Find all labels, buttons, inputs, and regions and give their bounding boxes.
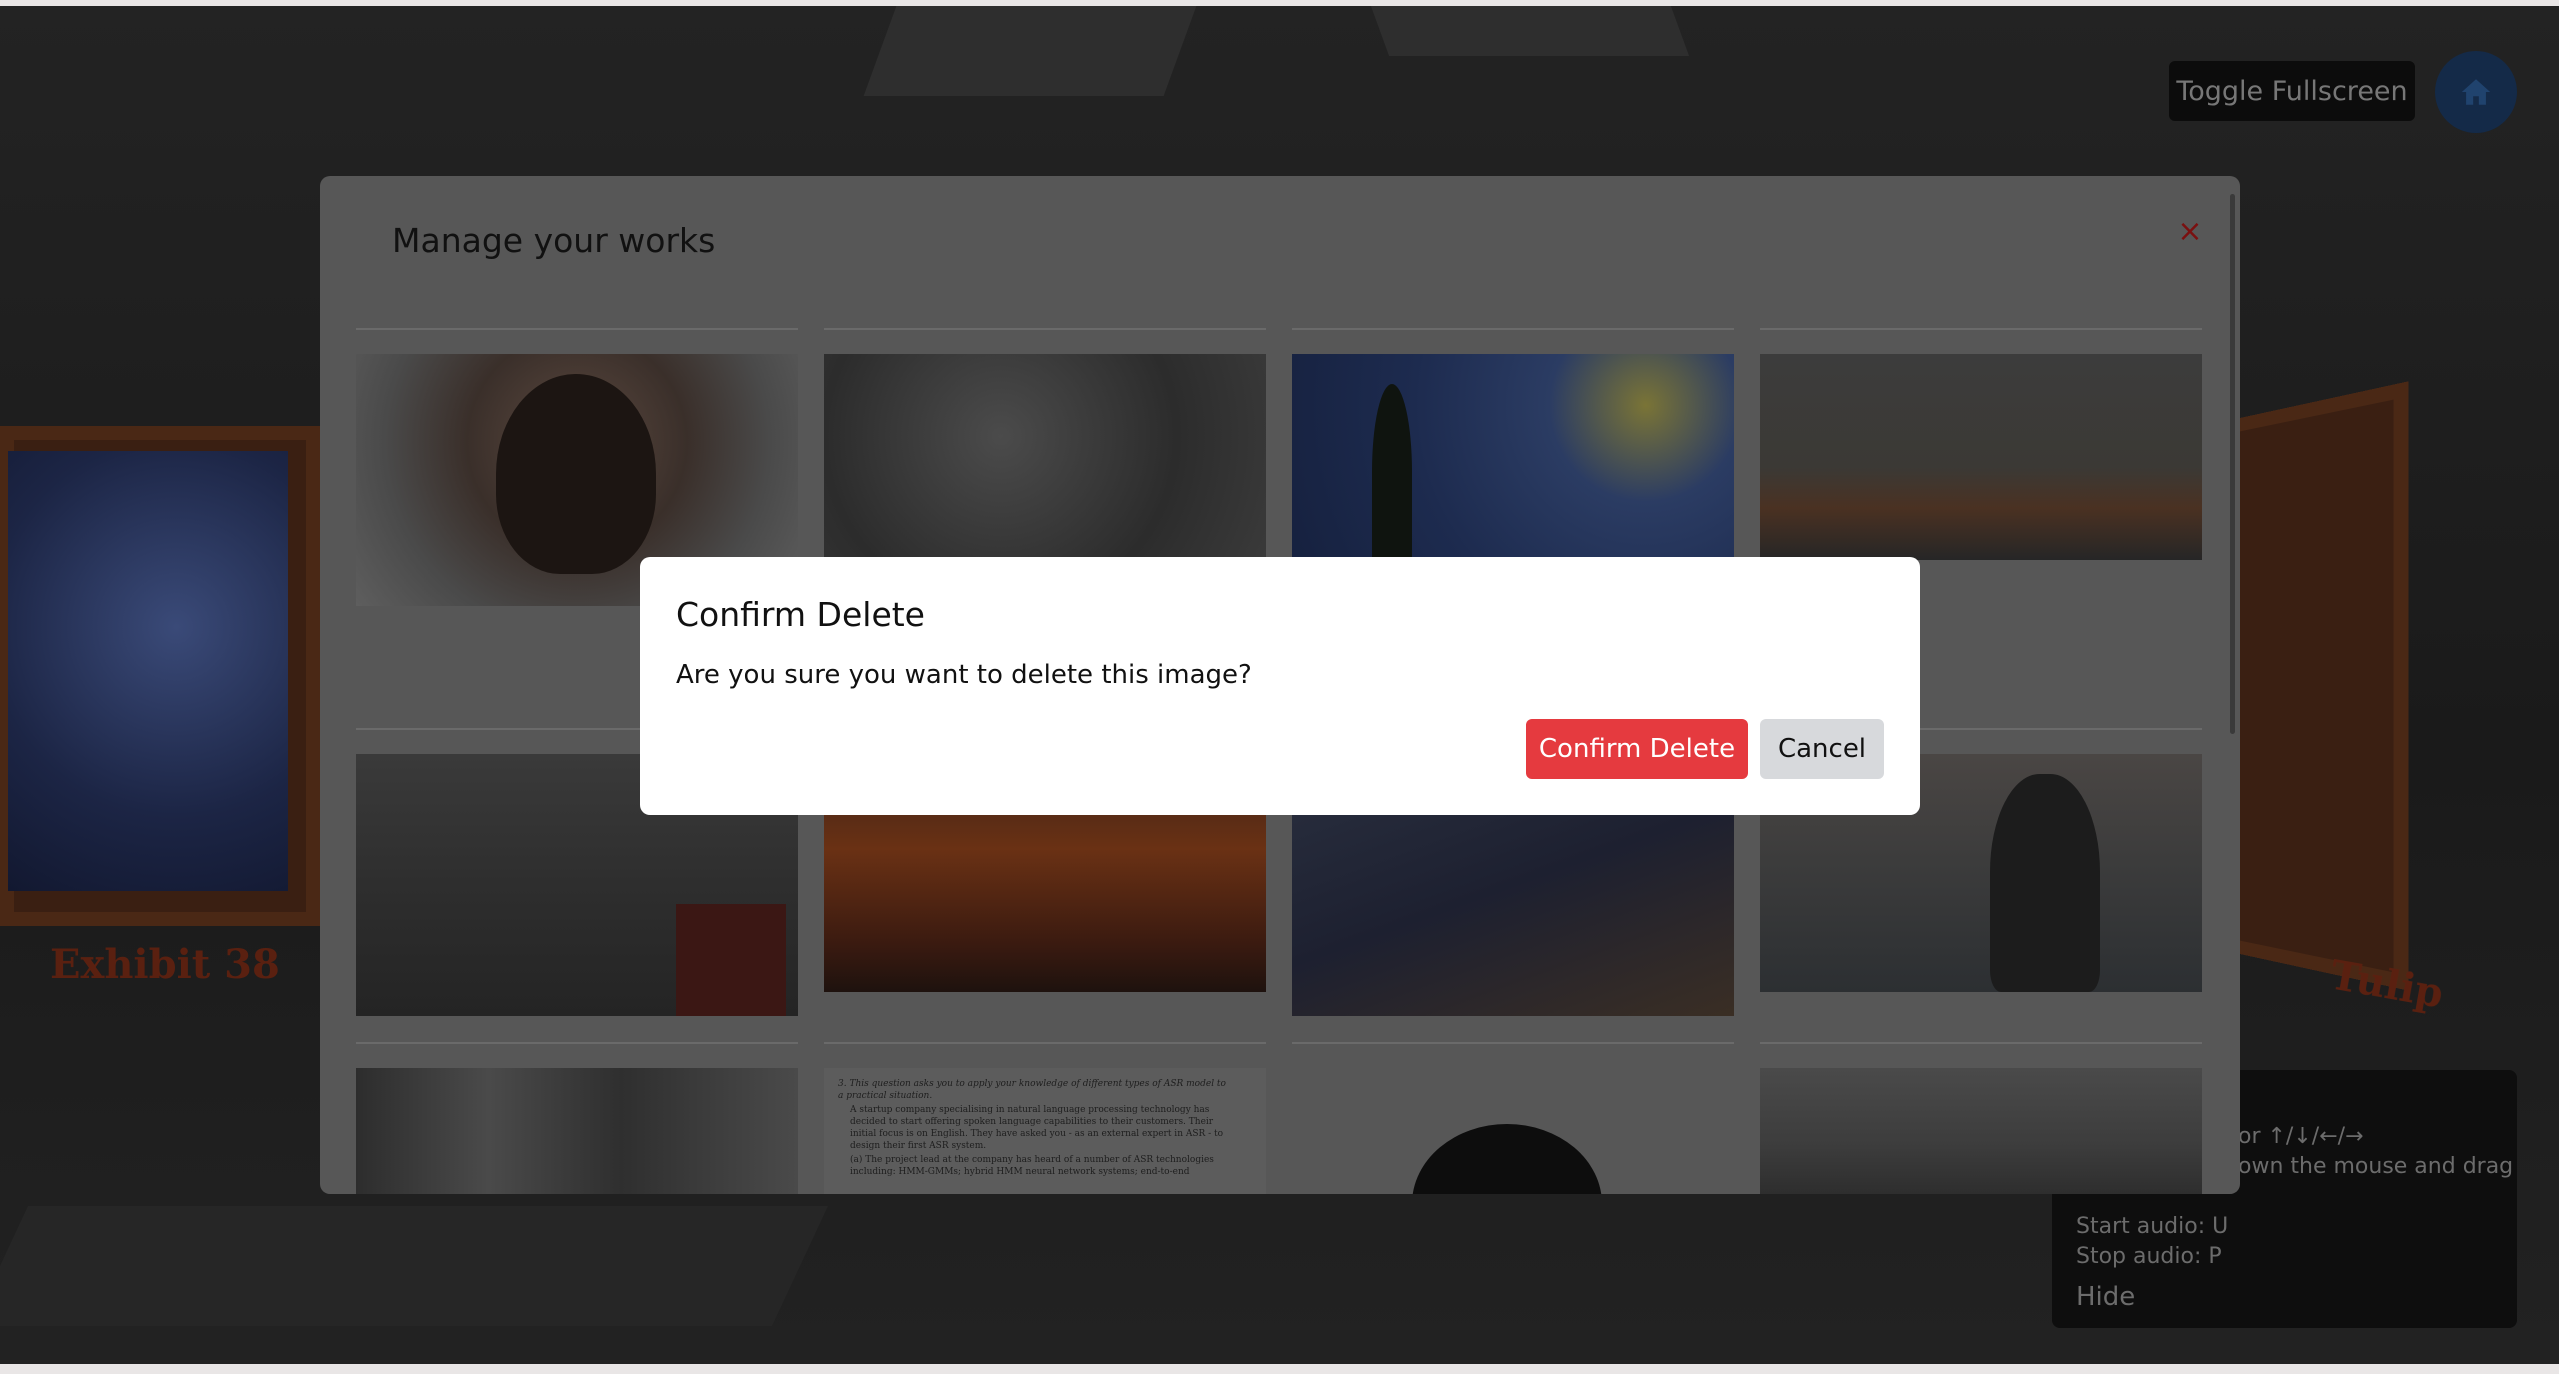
divider — [1292, 328, 1734, 330]
artwork-thumbnail[interactable] — [1292, 354, 1734, 560]
toggle-fullscreen-button[interactable]: Toggle Fullscreen — [2169, 61, 2415, 121]
divider — [1760, 328, 2202, 330]
cypress-shape — [1372, 384, 1412, 560]
modal-scrollbar[interactable] — [2230, 194, 2235, 734]
cancel-button[interactable]: Cancel — [1760, 719, 1884, 779]
exhibit-frame-left[interactable] — [0, 426, 320, 926]
exhibit-painting-left — [8, 451, 288, 891]
artwork-thumbnail[interactable] — [1760, 354, 2202, 560]
paper-line: A startup company specialising in natura… — [850, 1105, 1224, 1151]
divider — [1292, 1042, 1734, 1044]
paper-excerpt: 3. This question asks you to apply your … — [838, 1078, 1228, 1178]
modal-title: Manage your works — [392, 221, 716, 260]
exhibit-label-left: Exhibit 38 — [50, 941, 280, 988]
ceiling-panel — [863, 6, 1197, 96]
confirm-delete-dialog: Confirm Delete Are you sure you want to … — [640, 557, 1920, 815]
artwork-thumbnail[interactable] — [1760, 1068, 2202, 1194]
divider — [1760, 1042, 2202, 1044]
floor-panel — [0, 1206, 828, 1326]
dialog-title: Confirm Delete — [676, 595, 925, 634]
hide-help-button[interactable]: Hide — [2076, 1282, 2135, 1312]
divider — [824, 1042, 1266, 1044]
home-icon — [2461, 79, 2491, 105]
artwork-thumbnail[interactable] — [1292, 1068, 1734, 1194]
confirm-delete-button[interactable]: Confirm Delete — [1526, 719, 1748, 779]
artwork-thumbnail[interactable] — [356, 1068, 798, 1194]
exhibit-label-right: Tulip — [2326, 951, 2447, 1018]
paper-line: (a) The project lead at the company has … — [850, 1155, 1214, 1177]
figure-shape — [496, 374, 656, 574]
divider — [356, 1042, 798, 1044]
help-line: own the mouse and drag — [2238, 1154, 2514, 1179]
home-button[interactable] — [2435, 51, 2517, 133]
help-line: Stop audio: P — [2076, 1244, 2222, 1269]
help-line: or ↑/↓/←/→ — [2238, 1124, 2364, 1149]
divider — [356, 328, 798, 330]
portrait-shape — [1412, 1124, 1602, 1194]
dialog-message: Are you sure you want to delete this ima… — [676, 660, 1252, 690]
ceiling-panel — [1370, 6, 1690, 56]
divider — [824, 328, 1266, 330]
close-icon[interactable]: × — [2172, 214, 2208, 250]
figure-shape — [1990, 774, 2100, 992]
help-line: Start audio: U — [2076, 1214, 2229, 1239]
figure-shape — [676, 904, 786, 1016]
paper-line: 3. This question asks you to apply your … — [838, 1079, 1226, 1101]
document-thumbnail[interactable]: 3. This question asks you to apply your … — [824, 1068, 1266, 1194]
artwork-thumbnail[interactable] — [824, 354, 1266, 560]
